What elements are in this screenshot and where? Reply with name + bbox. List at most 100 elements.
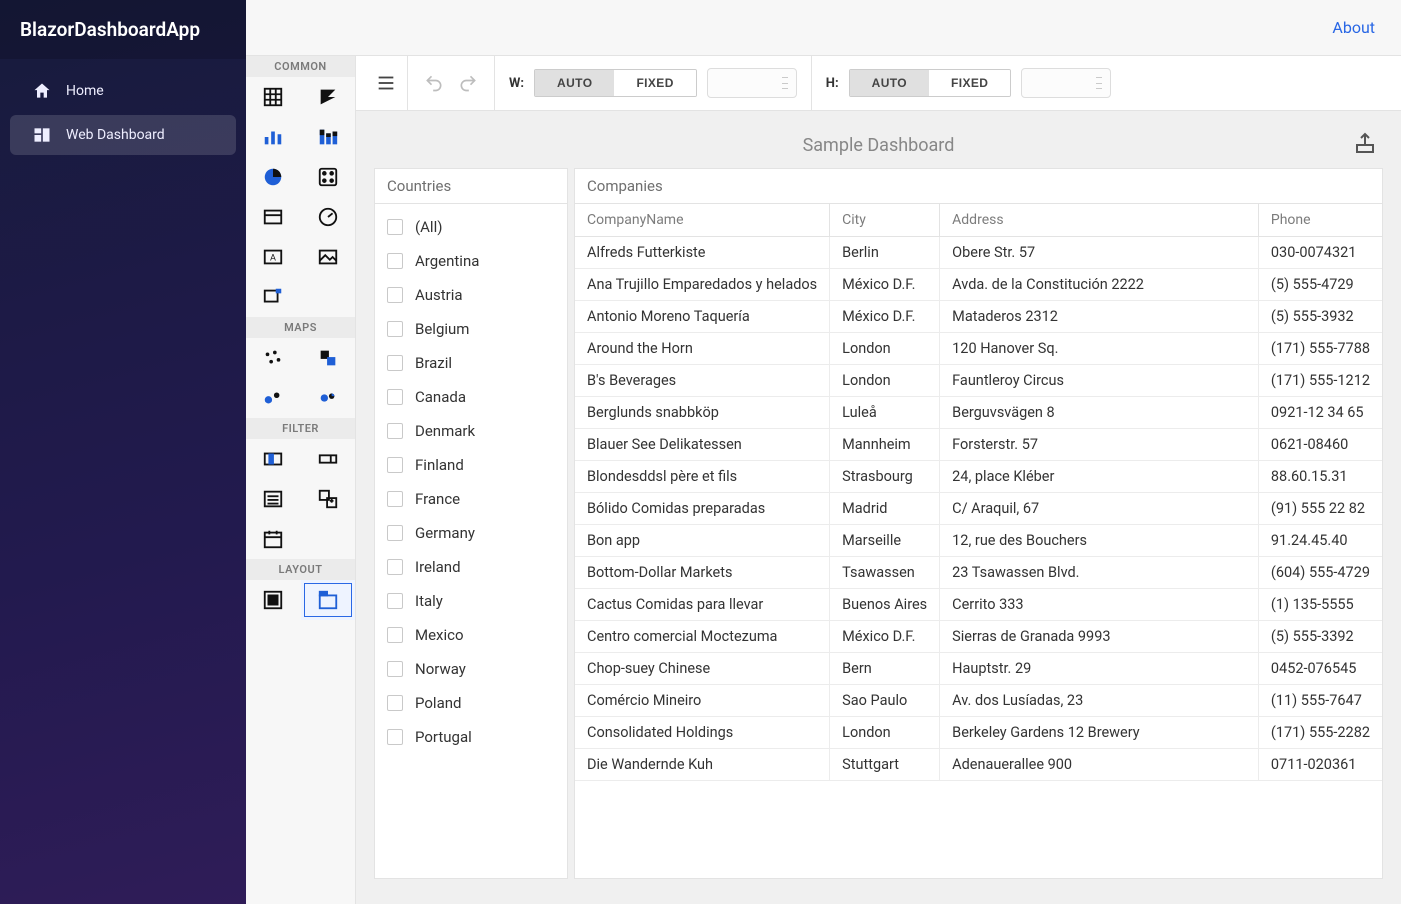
col-company-name[interactable]: CompanyName <box>575 204 830 237</box>
table-row[interactable]: Blondesddsl père et filsStrasbourg24, pl… <box>575 461 1382 493</box>
tool-dice[interactable] <box>301 157 356 197</box>
top-bar: About <box>246 0 1401 56</box>
country-item[interactable]: Poland <box>385 686 557 720</box>
cell-city: Madrid <box>830 493 940 525</box>
country-label: Italy <box>415 592 443 610</box>
height-mode-toggle[interactable]: AUTO FIXED <box>849 69 1012 97</box>
tool-gauge[interactable] <box>301 197 356 237</box>
country-item[interactable]: Germany <box>385 516 557 550</box>
cell-address: Av. dos Lusíadas, 23 <box>940 685 1259 717</box>
checkbox-icon <box>387 321 403 337</box>
table-row[interactable]: Consolidated HoldingsLondonBerkeley Gard… <box>575 717 1382 749</box>
table-row[interactable]: Around the HornLondon120 Hanover Sq.(171… <box>575 333 1382 365</box>
cell-phone: 030-0074321 <box>1258 237 1382 269</box>
width-mode-toggle[interactable]: AUTO FIXED <box>534 69 697 97</box>
width-fixed-button[interactable]: FIXED <box>614 70 695 96</box>
country-item[interactable]: Italy <box>385 584 557 618</box>
country-item[interactable]: Canada <box>385 380 557 414</box>
country-label: Austria <box>415 286 463 304</box>
country-label: Belgium <box>415 320 469 338</box>
checkbox-icon <box>387 525 403 541</box>
table-row[interactable]: B's BeveragesLondonFauntleroy Circus(171… <box>575 365 1382 397</box>
tool-group[interactable] <box>246 580 301 620</box>
table-row[interactable]: Chop-suey ChineseBernHauptstr. 290452-07… <box>575 653 1382 685</box>
tool-combo-filter[interactable] <box>301 439 356 479</box>
tool-tree-filter[interactable] <box>301 479 356 519</box>
tool-bound-image[interactable] <box>246 277 301 317</box>
country-item[interactable]: Ireland <box>385 550 557 584</box>
cell-name: Alfreds Futterkiste <box>575 237 830 269</box>
table-row[interactable]: Centro comercial MoctezumaMéxico D.F.Sie… <box>575 621 1382 653</box>
countries-header: Countries <box>375 169 567 204</box>
about-link[interactable]: About <box>1332 18 1375 37</box>
country-item[interactable]: Finland <box>385 448 557 482</box>
tool-bar-chart[interactable] <box>246 117 301 157</box>
cell-address: Fauntleroy Circus <box>940 365 1259 397</box>
tool-scatter-map[interactable] <box>246 338 301 378</box>
width-input[interactable] <box>707 68 797 98</box>
country-item[interactable]: (All) <box>385 210 557 244</box>
table-row[interactable]: Ana Trujillo Emparedados y heladosMéxico… <box>575 269 1382 301</box>
undo-button[interactable] <box>422 71 446 95</box>
tool-text[interactable]: A <box>246 237 301 277</box>
svg-text:A: A <box>270 254 276 264</box>
cell-name: Centro comercial Moctezuma <box>575 621 830 653</box>
col-address[interactable]: Address <box>940 204 1259 237</box>
country-item[interactable]: Portugal <box>385 720 557 754</box>
col-city[interactable]: City <box>830 204 940 237</box>
table-row[interactable]: Cactus Comidas para llevarBuenos AiresCe… <box>575 589 1382 621</box>
country-item[interactable]: Argentina <box>385 244 557 278</box>
height-auto-button[interactable]: AUTO <box>850 70 929 96</box>
cell-city: London <box>830 717 940 749</box>
tool-stacked-chart[interactable] <box>301 117 356 157</box>
country-item[interactable]: Brazil <box>385 346 557 380</box>
tool-list-filter[interactable] <box>246 479 301 519</box>
table-row[interactable]: Alfreds FutterkisteBerlinObere Str. 5703… <box>575 237 1382 269</box>
cell-address: Obere Str. 57 <box>940 237 1259 269</box>
redo-button[interactable] <box>456 71 480 95</box>
tool-card[interactable] <box>246 197 301 237</box>
col-phone[interactable]: Phone <box>1258 204 1382 237</box>
height-fixed-button[interactable]: FIXED <box>929 70 1010 96</box>
cell-city: Stuttgart <box>830 749 940 781</box>
country-item[interactable]: Norway <box>385 652 557 686</box>
height-input[interactable] <box>1021 68 1111 98</box>
country-item[interactable]: Belgium <box>385 312 557 346</box>
tool-pie-chart[interactable] <box>246 157 301 197</box>
tool-grid[interactable] <box>246 77 301 117</box>
tool-choropleth-map[interactable] <box>301 338 356 378</box>
tool-range-filter[interactable] <box>246 439 301 479</box>
cell-name: Ana Trujillo Emparedados y helados <box>575 269 830 301</box>
export-button[interactable] <box>1353 131 1377 155</box>
tool-image[interactable] <box>301 237 356 277</box>
table-row[interactable]: Bólido Comidas preparadasMadridC/ Araqui… <box>575 493 1382 525</box>
width-auto-button[interactable]: AUTO <box>535 70 614 96</box>
nav-home[interactable]: Home <box>10 71 236 111</box>
cell-address: Cerrito 333 <box>940 589 1259 621</box>
country-label: Argentina <box>415 252 479 270</box>
menu-button[interactable] <box>364 56 408 110</box>
table-row[interactable]: Bottom-Dollar MarketsTsawassen23 Tsawass… <box>575 557 1382 589</box>
cell-city: Strasbourg <box>830 461 940 493</box>
cell-address: 12, rue des Bouchers <box>940 525 1259 557</box>
nav-web-dashboard[interactable]: Web Dashboard <box>10 115 236 155</box>
table-row[interactable]: Comércio MineiroSao PauloAv. dos Lusíada… <box>575 685 1382 717</box>
tool-pivot[interactable] <box>301 77 356 117</box>
country-item[interactable]: France <box>385 482 557 516</box>
countries-panel: Countries (All) Argentina Austria Belgium Br… <box>374 168 568 879</box>
cell-phone: (5) 555-3932 <box>1258 301 1382 333</box>
checkbox-icon <box>387 457 403 473</box>
table-row[interactable]: Die Wandernde KuhStuttgartAdenauerallee … <box>575 749 1382 781</box>
tool-date-filter[interactable] <box>246 519 301 559</box>
table-row[interactable]: Antonio Moreno TaqueríaMéxico D.F.Matade… <box>575 301 1382 333</box>
tool-pie-map[interactable] <box>301 378 356 418</box>
tool-bubble-map[interactable] <box>246 378 301 418</box>
tool-tab-container[interactable] <box>301 580 356 620</box>
country-item[interactable]: Denmark <box>385 414 557 448</box>
cell-phone: 91.24.45.40 <box>1258 525 1382 557</box>
table-row[interactable]: Berglunds snabbköpLuleåBerguvsvägen 8092… <box>575 397 1382 429</box>
table-row[interactable]: Blauer See DelikatessenMannheimForsterst… <box>575 429 1382 461</box>
country-item[interactable]: Mexico <box>385 618 557 652</box>
table-row[interactable]: Bon appMarseille12, rue des Bouchers91.2… <box>575 525 1382 557</box>
country-item[interactable]: Austria <box>385 278 557 312</box>
